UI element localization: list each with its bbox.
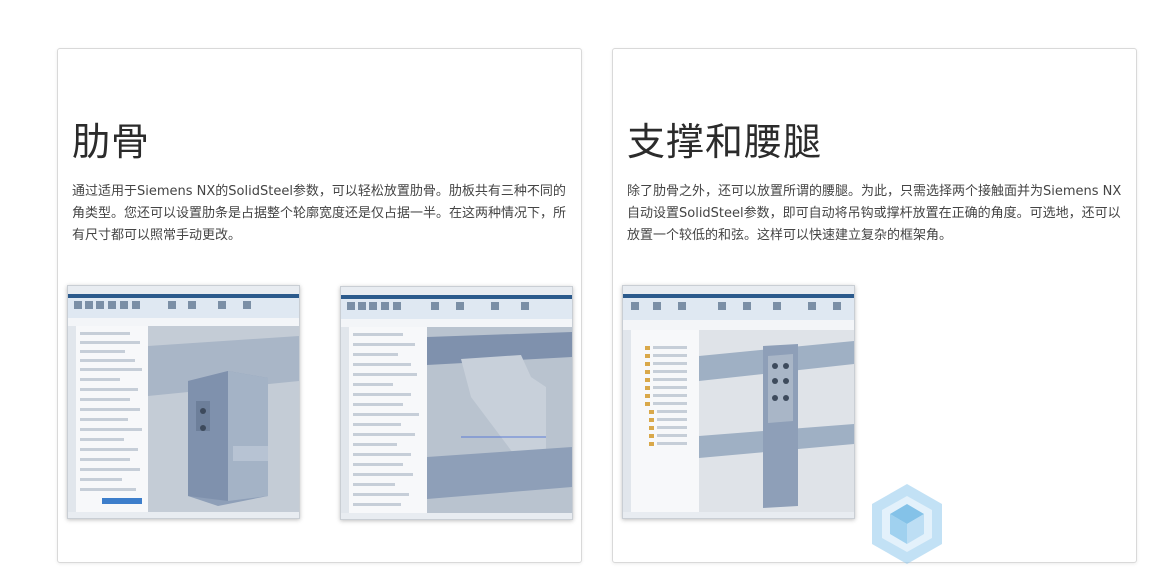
rib-card-title: 肋骨 <box>72 120 151 164</box>
nx-rib-detail-screenshot <box>340 286 573 520</box>
haunch-card-description: 除了肋骨之外，还可以放置所谓的腰腿。为此，只需选择两个接触面并为Siemens … <box>627 184 1122 243</box>
haunch-card-title: 支撑和腰腿 <box>627 120 823 164</box>
nx-haunch-tree-screenshot <box>622 285 855 519</box>
nx-rib-dialog-screenshot <box>67 285 300 519</box>
rib-card-description: 通过适用于Siemens NX的SolidSteel参数，可以轻松放置肋骨。肋板… <box>72 184 567 243</box>
hexagon-cube-logo-icon <box>868 482 946 566</box>
